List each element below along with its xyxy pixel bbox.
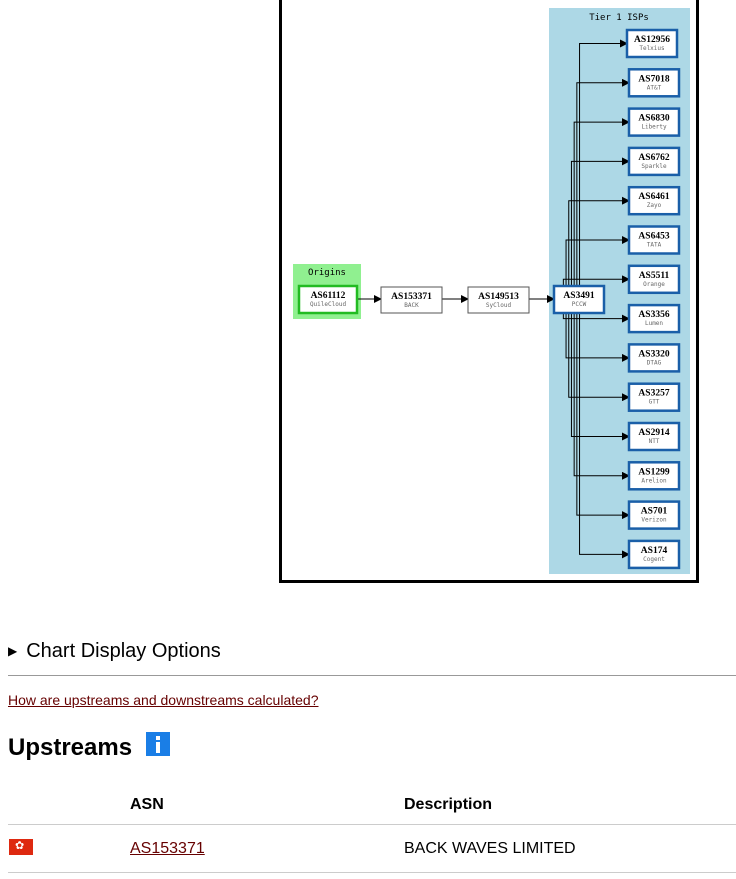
chart-display-options-toggle[interactable]: ▶ Chart Display Options — [8, 640, 221, 663]
node-asn: AS6461 — [638, 192, 669, 202]
node-as153371[interactable]: AS153371BACK — [380, 286, 443, 314]
asn-description: BACK WAVES LIMITED — [404, 840, 576, 857]
node-as6762[interactable]: AS6762Sparkle — [627, 146, 681, 177]
node-asn: AS174 — [641, 546, 668, 556]
node-name: Orange — [643, 281, 665, 288]
node-asn: AS3356 — [638, 310, 669, 320]
node-name: Liberty — [641, 124, 667, 131]
node-name: Zayo — [647, 202, 662, 209]
node-asn: AS2914 — [638, 428, 669, 438]
upstreams-help-link[interactable]: How are upstreams and downstreams calcul… — [8, 692, 319, 708]
triangle-right-icon: ▶ — [8, 643, 18, 658]
node-asn: AS61112 — [311, 291, 346, 301]
column-header-description: Description — [404, 796, 493, 813]
node-as3491[interactable]: AS3491PCCW — [552, 284, 606, 315]
node-name: Telxius — [639, 45, 665, 52]
hong-kong-flag-icon — [9, 839, 33, 855]
node-name: Lumen — [645, 320, 663, 327]
upstreams-table-header: ASN Description — [8, 796, 736, 825]
node-asn: AS3257 — [638, 389, 669, 399]
node-as149513[interactable]: AS149513SyCloud — [467, 286, 530, 314]
origins-cluster-label: Origins — [308, 268, 346, 278]
as-graph-panel: Origins Tier 1 ISPs AS61112 QuileCloud AS15… — [279, 0, 699, 583]
node-name: DTAG — [647, 359, 662, 366]
node-name: NTT — [649, 438, 660, 445]
node-as6453[interactable]: AS6453TATA — [627, 225, 681, 255]
node-asn: AS1299 — [638, 467, 669, 477]
asn-link[interactable]: AS153371 — [130, 840, 205, 857]
node-name: BACK — [404, 302, 419, 309]
node-as701[interactable]: AS701Verizon — [627, 500, 681, 530]
node-asn: AS6762 — [638, 153, 669, 163]
divider — [8, 675, 736, 676]
node-asn: AS12956 — [634, 35, 670, 45]
node-as3356[interactable]: AS3356Lumen — [627, 303, 681, 334]
node-as6461[interactable]: AS6461Zayo — [627, 185, 681, 216]
node-name: TATA — [647, 242, 662, 249]
node-name: Sparkle — [641, 163, 667, 170]
node-as12956[interactable]: AS12956Telxius — [625, 28, 679, 59]
node-asn: AS149513 — [478, 292, 519, 302]
node-asn: AS6453 — [638, 232, 669, 242]
node-name: PCCW — [572, 301, 587, 308]
node-name: Cogent — [643, 556, 665, 563]
node-as3257[interactable]: AS3257GTT — [627, 382, 681, 412]
node-as174[interactable]: AS174Cogent — [627, 539, 681, 570]
node-asn: AS3491 — [563, 291, 594, 301]
node-asn: AS701 — [641, 507, 668, 517]
node-as5511[interactable]: AS5511Orange — [627, 264, 681, 295]
node-asn: AS153371 — [391, 292, 432, 302]
node-name: Arelion — [641, 477, 667, 484]
node-name: GTT — [649, 399, 660, 406]
node-name: SyCloud — [486, 302, 512, 309]
node-name: Verizon — [641, 517, 667, 524]
node-as2914[interactable]: AS2914NTT — [627, 421, 681, 452]
info-icon[interactable] — [146, 732, 171, 756]
node-asn: AS7018 — [638, 74, 669, 84]
as-graph-svg: Origins Tier 1 ISPs AS61112QuileCloud AS15… — [293, 8, 690, 574]
node-asn: AS3320 — [638, 349, 669, 359]
node-origin[interactable]: AS61112QuileCloud — [297, 284, 359, 315]
node-as6830[interactable]: AS6830Liberty — [627, 107, 681, 137]
node-name: AT&T — [647, 84, 662, 91]
node-asn: AS6830 — [638, 114, 669, 124]
upstreams-heading: Upstreams — [8, 732, 171, 762]
chart-display-options-label: Chart Display Options — [26, 640, 221, 662]
table-row: AS153371 BACK WAVES LIMITED — [8, 826, 736, 873]
node-as7018[interactable]: AS7018AT&T — [627, 68, 681, 98]
tier1-cluster-label: Tier 1 ISPs — [589, 13, 649, 23]
column-header-asn: ASN — [130, 796, 164, 813]
upstreams-title: Upstreams — [8, 734, 133, 761]
node-as1299[interactable]: AS1299Arelion — [627, 461, 681, 491]
node-asn: AS5511 — [639, 271, 670, 281]
node-name: QuileCloud — [310, 301, 347, 308]
node-as3320[interactable]: AS3320DTAG — [627, 343, 681, 373]
